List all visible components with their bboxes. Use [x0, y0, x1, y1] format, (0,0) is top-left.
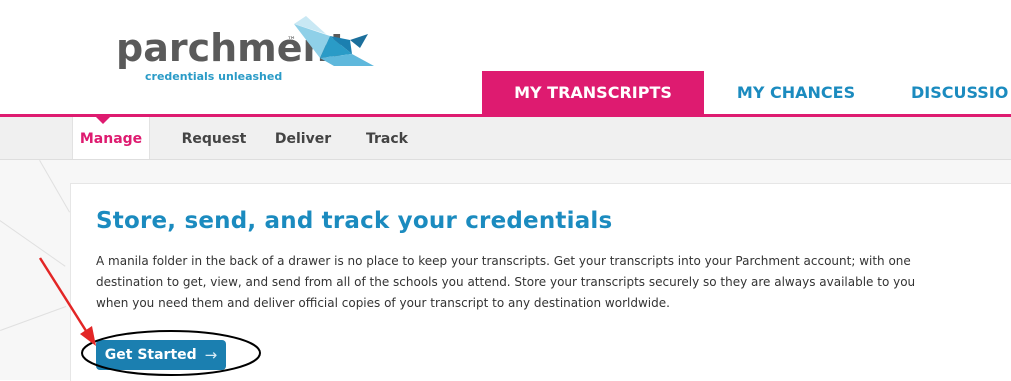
- sub-navigation: Manage Request Deliver Track: [0, 117, 1011, 160]
- page-headline: Store, send, and track your credentials: [96, 208, 613, 234]
- tab-discussions[interactable]: DISCUSSIO: [911, 71, 1011, 115]
- subtab-deliver[interactable]: Deliver: [262, 117, 344, 159]
- decorative-line: [39, 160, 70, 213]
- description-line: when you need them and deliver official …: [96, 296, 670, 310]
- bird-logo-icon: [294, 16, 374, 66]
- get-started-button[interactable]: Get Started →: [96, 340, 226, 370]
- intro-description: A manila folder in the back of a drawer …: [96, 251, 1011, 314]
- active-tab-indicator: [96, 117, 110, 124]
- subtab-track[interactable]: Track: [352, 117, 422, 159]
- tab-my-chances[interactable]: MY CHANCES: [716, 71, 876, 115]
- parchment-logo[interactable]: parchment ™ credentials unleashed: [116, 14, 376, 94]
- decorative-line: [0, 306, 67, 331]
- logo-tagline: credentials unleashed: [145, 70, 283, 83]
- tab-my-transcripts[interactable]: MY TRANSCRIPTS: [482, 71, 704, 115]
- decorative-line: [0, 220, 66, 267]
- arrow-right-icon: →: [204, 346, 218, 364]
- subtab-request[interactable]: Request: [170, 117, 258, 159]
- subtab-manage[interactable]: Manage: [72, 117, 150, 159]
- get-started-label: Get Started: [104, 347, 197, 363]
- description-line: destination to get, view, and send from …: [96, 275, 916, 289]
- site-header: parchment ™ credentials unleashed MY TRA…: [0, 0, 1011, 116]
- description-line: A manila folder in the back of a drawer …: [96, 254, 911, 268]
